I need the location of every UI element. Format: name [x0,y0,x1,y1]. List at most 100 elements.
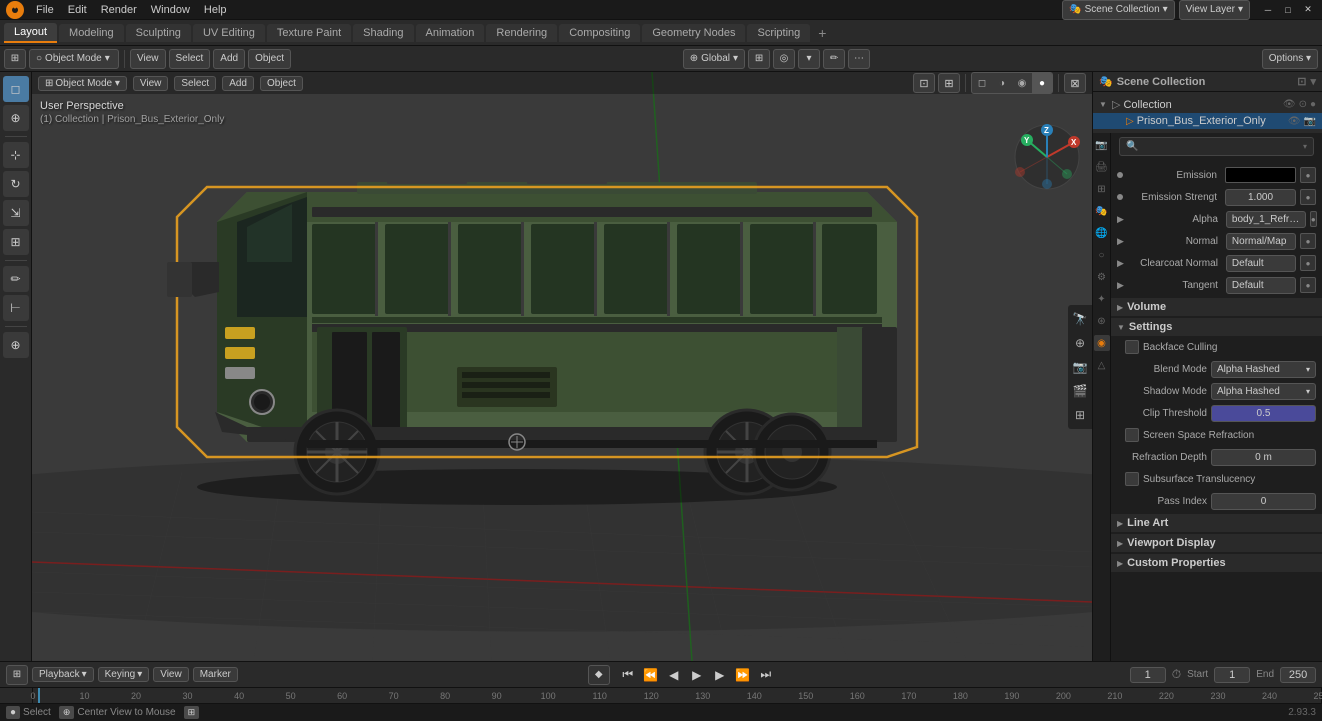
view-layer-props-icon[interactable]: ⊞ [1094,181,1110,197]
viewport-display-section[interactable]: ▶ Viewport Display [1111,534,1322,552]
holdout-icon[interactable]: ● [1310,99,1316,110]
start-frame-input[interactable]: 1 [1214,667,1250,683]
play-btn[interactable]: ▶ [687,666,707,684]
view-layer-dropdown[interactable]: View Layer ▾ [1179,0,1250,20]
backface-culling-checkbox[interactable] [1125,340,1139,354]
prev-frame-btn[interactable]: ⏪ [641,666,661,684]
view-menu[interactable]: View [130,49,166,69]
maximize-button[interactable]: □ [1280,3,1296,17]
transform-tool[interactable]: ⊞ [3,229,29,255]
viewport-overlay-toggle[interactable]: ⊡ [913,73,935,93]
object-menu[interactable]: Object [248,49,291,69]
menu-window[interactable]: Window [145,3,196,17]
tab-rendering[interactable]: Rendering [486,24,557,42]
navigation-gizmo[interactable]: X Y Z [1012,122,1082,192]
viewport-add-btn[interactable]: Add [222,76,254,91]
refraction-depth-value[interactable]: 0 m [1211,449,1316,466]
emission-strength-value[interactable]: 1.000 [1225,189,1296,206]
viewport-select-btn[interactable]: Select [174,76,216,91]
viewport-zoom-out-btn[interactable]: ⊕ [1070,333,1090,353]
object-mode-dropdown[interactable]: ○ Object Mode ▾ [29,49,119,69]
3d-viewport[interactable]: ⊞ Object Mode ▾ View Select Add Object ⊡… [32,72,1092,661]
grease-btn[interactable]: ⋯ [848,49,870,69]
object-item-prison-bus[interactable]: ▷ Prison_Bus_Exterior_Only 👁 📷 [1093,113,1322,129]
viewport-camera-btn[interactable]: 📷 [1070,357,1090,377]
timeline-editor-type[interactable]: ⊞ [6,665,28,685]
menu-help[interactable]: Help [198,3,233,17]
tab-scripting[interactable]: Scripting [747,24,810,42]
material-props-icon[interactable]: ◉ [1094,335,1110,351]
tab-geometry-nodes[interactable]: Geometry Nodes [642,24,745,42]
solid-shading-btn[interactable]: ◑ [992,73,1012,93]
hide-viewport-icon[interactable]: 👁 [1283,99,1296,110]
viewport-collection-btn[interactable]: ⊞ [1070,405,1090,425]
alpha-expand[interactable]: ▶ [1117,214,1124,225]
wireframe-shading-btn[interactable]: ◻ [972,73,992,93]
tangent-dot-right[interactable]: ● [1300,277,1316,293]
proportional-falloff-btn[interactable]: ▾ [798,49,820,69]
physics-props-icon[interactable]: ⊛ [1094,313,1110,329]
clearcoat-value[interactable]: Default [1226,255,1296,272]
search-dropdown[interactable]: ▾ [1303,142,1307,151]
tab-sculpting[interactable]: Sculpting [126,24,191,42]
screen-space-refraction-checkbox[interactable] [1125,428,1139,442]
alpha-value[interactable]: body_1_Refract_inv... [1226,211,1306,228]
minimize-button[interactable]: ─ [1260,3,1276,17]
world-props-icon[interactable]: 🌐 [1094,225,1110,241]
keying-dropdown[interactable]: Keying ▾ [98,667,150,682]
add-tool[interactable]: ⊕ [3,332,29,358]
collection-item[interactable]: ▼ ▷ Collection 👁 ⊙ ● [1093,96,1322,113]
pass-index-value[interactable]: 0 [1211,493,1316,510]
emission-strength-dot[interactable] [1117,194,1123,200]
exclude-icon[interactable]: ⊙ [1299,99,1307,110]
material-preview-btn[interactable]: ◉ [1012,73,1032,93]
add-workspace-tab[interactable]: + [812,25,832,41]
emission-dot-right[interactable]: ● [1300,167,1316,183]
options-btn[interactable]: Options ▾ [1262,49,1318,69]
menu-edit[interactable]: Edit [62,3,93,17]
tangent-value[interactable]: Default [1226,277,1296,294]
particles-props-icon[interactable]: ✦ [1094,291,1110,307]
tab-layout[interactable]: Layout [4,23,57,43]
editor-type-btn[interactable]: ⊞ [4,49,26,69]
move-tool[interactable]: ⊹ [3,142,29,168]
normal-value[interactable]: Normal/Map [1226,233,1296,250]
tab-shading[interactable]: Shading [353,24,413,42]
scene-col-options[interactable]: ▾ [1310,75,1316,88]
select-tool[interactable]: ◻ [3,76,29,102]
emission-color-swatch[interactable] [1225,167,1296,183]
alpha-dot-right[interactable]: ● [1310,211,1317,227]
render-props-icon[interactable]: 📷 [1094,137,1110,153]
view-timeline-dropdown[interactable]: View [153,667,189,682]
normal-dot-right[interactable]: ● [1300,233,1316,249]
clip-threshold-value[interactable]: 0.5 [1211,405,1316,422]
viewport-mode-btn[interactable]: ⊞ Object Mode ▾ [38,76,127,91]
rotate-tool[interactable]: ↻ [3,171,29,197]
add-menu[interactable]: Add [213,49,245,69]
settings-section[interactable]: ▼ Settings [1111,318,1322,336]
select-menu[interactable]: Select [169,49,211,69]
line-art-section[interactable]: ▶ Line Art [1111,514,1322,532]
transform-dropdown[interactable]: ⊕ Global ▾ [683,49,745,69]
subsurface-translucency-checkbox[interactable] [1125,472,1139,486]
cursor-tool[interactable]: ⊕ [3,105,29,131]
shadow-mode-dropdown[interactable]: Alpha Hashed ▾ [1211,383,1316,400]
measure-tool[interactable]: ⊢ [3,295,29,321]
normal-expand[interactable]: ▶ [1117,236,1124,247]
tangent-expand[interactable]: ▶ [1117,280,1124,291]
scene-dropdown[interactable]: 🎭 Scene Collection ▾ [1062,0,1175,20]
viewport-gizmo-toggle[interactable]: ⊞ [938,73,960,93]
em-strength-dot-right[interactable]: ● [1300,189,1316,205]
playback-dropdown[interactable]: Playback ▾ [32,667,94,682]
data-props-icon[interactable]: △ [1094,357,1110,373]
viewport-object-btn[interactable]: Object [260,76,303,91]
prev-keyframe-btn[interactable]: ◀ [664,666,684,684]
current-frame-display[interactable]: 1 [1130,667,1166,683]
viewport-view-btn[interactable]: View [133,76,169,91]
obj-render-icon[interactable]: 📷 [1304,116,1316,127]
next-keyframe-btn[interactable]: ▶ [710,666,730,684]
close-button[interactable]: ✕ [1300,3,1316,17]
keyframe-dot[interactable]: ◆ [588,665,610,685]
rendered-shading-btn[interactable]: ● [1032,73,1052,93]
tab-animation[interactable]: Animation [416,24,485,42]
